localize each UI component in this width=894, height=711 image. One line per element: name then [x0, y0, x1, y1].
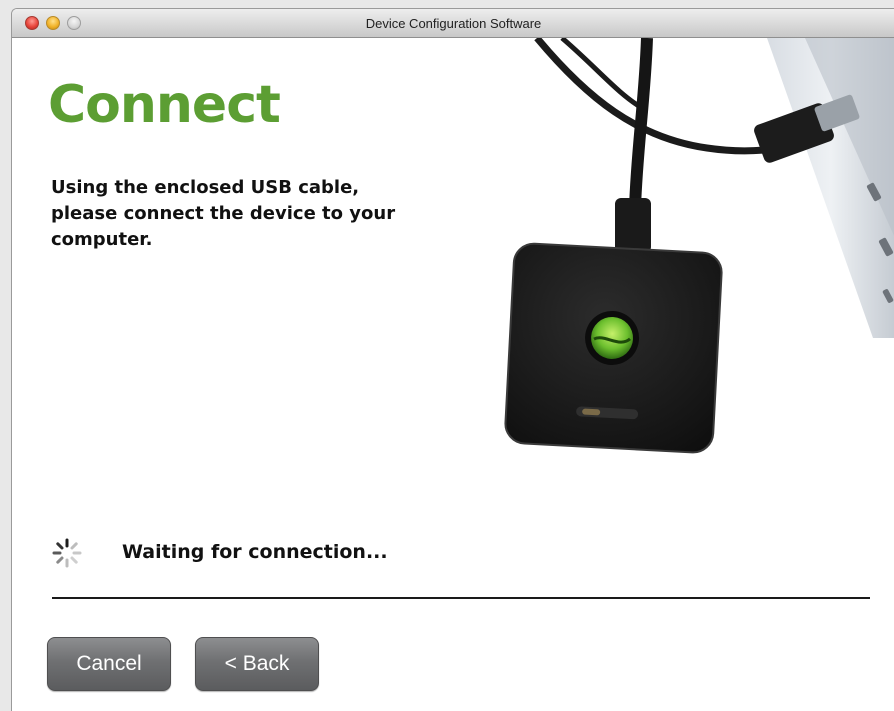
divider	[52, 597, 870, 599]
usb-device-illustration	[504, 38, 894, 454]
window-title: Device Configuration Software	[365, 16, 542, 31]
loading-spinner-icon	[52, 538, 82, 568]
page-heading: Connect	[48, 75, 281, 135]
connection-status-text: Waiting for connection...	[122, 541, 388, 563]
back-button[interactable]: < Back	[195, 637, 319, 691]
cancel-button[interactable]: Cancel	[47, 637, 171, 691]
title-bar: Device Configuration Software	[12, 9, 894, 38]
app-window: Device Configuration Software Connect Us…	[11, 8, 894, 711]
instructions-text: Using the enclosed USB cable, please con…	[51, 177, 396, 250]
